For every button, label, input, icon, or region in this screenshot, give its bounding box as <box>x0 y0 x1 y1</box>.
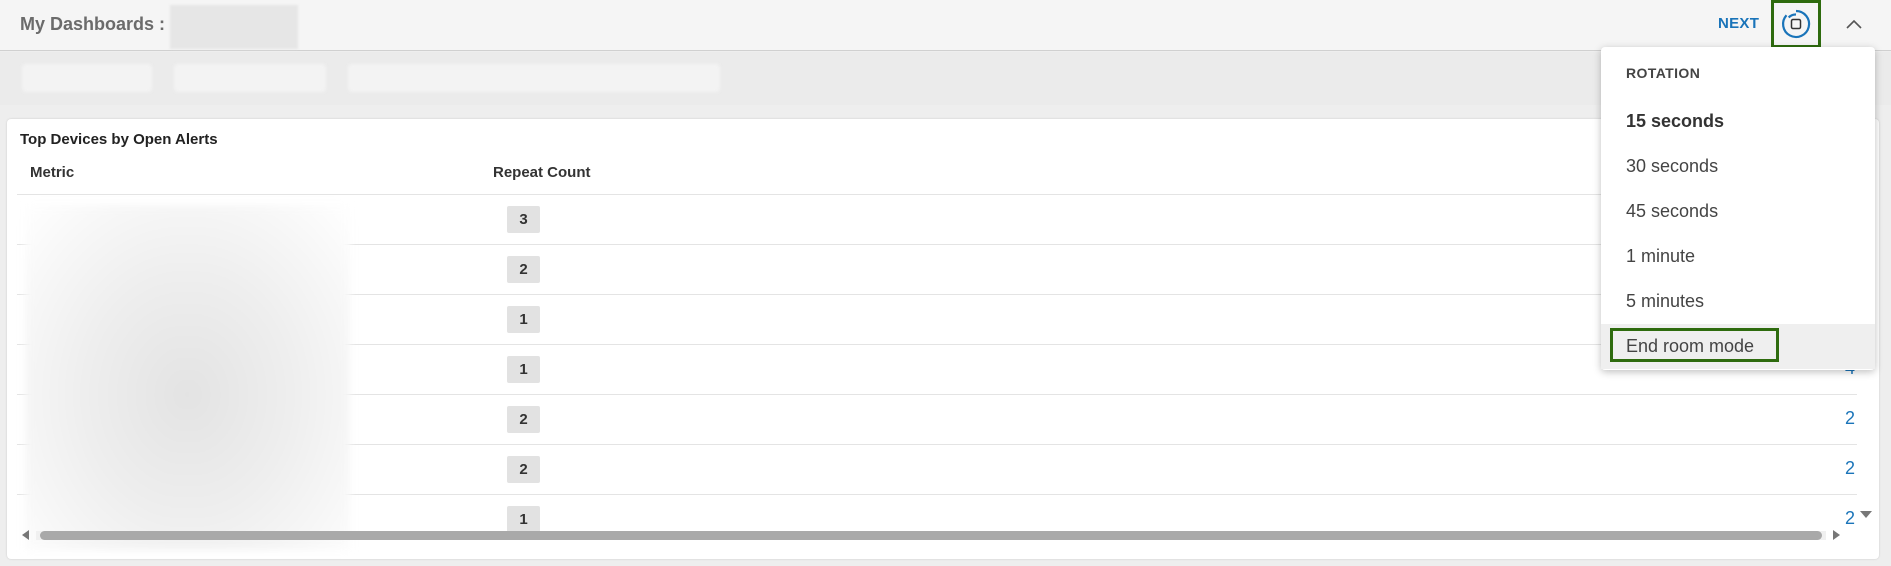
repeat-count-badge: 2 <box>507 406 540 433</box>
widget-top-devices: Top Devices by Open Alerts Metric Repeat… <box>7 119 1879 559</box>
collapse-button[interactable] <box>1840 12 1868 36</box>
rotation-stop-icon <box>1781 9 1811 39</box>
rotation-option-45s[interactable]: 45 seconds <box>1601 189 1875 234</box>
rotation-option-5m[interactable]: 5 minutes <box>1601 279 1875 324</box>
rotation-menu: ROTATION 15 seconds 30 seconds 45 second… <box>1601 47 1875 370</box>
scroll-down-icon[interactable] <box>1860 511 1872 518</box>
row-count-link[interactable]: 2 <box>1845 508 1855 529</box>
row-count-link[interactable]: 2 <box>1845 458 1855 479</box>
column-header-metric[interactable]: Metric <box>30 164 74 181</box>
repeat-count-badge: 3 <box>507 206 540 233</box>
column-header-repeat-count[interactable]: Repeat Count <box>493 164 591 181</box>
rotation-menu-header: ROTATION <box>1626 65 1701 81</box>
dashboard-header: My Dashboards : NEXT <box>0 0 1891 51</box>
filter-chip[interactable] <box>348 64 720 92</box>
scroll-right-icon[interactable] <box>1833 530 1840 540</box>
widget-title: Top Devices by Open Alerts <box>20 131 218 148</box>
chevron-up-icon <box>1846 19 1862 29</box>
rotation-option-15s[interactable]: 15 seconds <box>1601 99 1875 144</box>
repeat-count-badge: 2 <box>507 256 540 283</box>
next-button[interactable]: NEXT <box>1718 15 1759 32</box>
repeat-count-badge: 2 <box>507 456 540 483</box>
dashboard-name-redacted[interactable] <box>170 5 298 49</box>
page-title: My Dashboards : <box>20 14 166 34</box>
metric-column-redacted <box>25 205 350 550</box>
scroll-left-icon[interactable] <box>22 530 29 540</box>
scroll-thumb[interactable] <box>40 531 1822 540</box>
rotation-button[interactable] <box>1771 0 1821 48</box>
rotation-option-30s[interactable]: 30 seconds <box>1601 144 1875 189</box>
end-room-mode-option[interactable]: End room mode <box>1601 324 1875 369</box>
filter-chip[interactable] <box>22 64 152 92</box>
repeat-count-badge: 1 <box>507 306 540 333</box>
rotation-option-1m[interactable]: 1 minute <box>1601 234 1875 279</box>
filter-chip[interactable] <box>174 64 326 92</box>
horizontal-scrollbar[interactable] <box>20 528 1842 542</box>
row-count-link[interactable]: 2 <box>1845 408 1855 429</box>
repeat-count-badge: 1 <box>507 356 540 383</box>
end-room-mode-label: End room mode <box>1626 336 1755 356</box>
